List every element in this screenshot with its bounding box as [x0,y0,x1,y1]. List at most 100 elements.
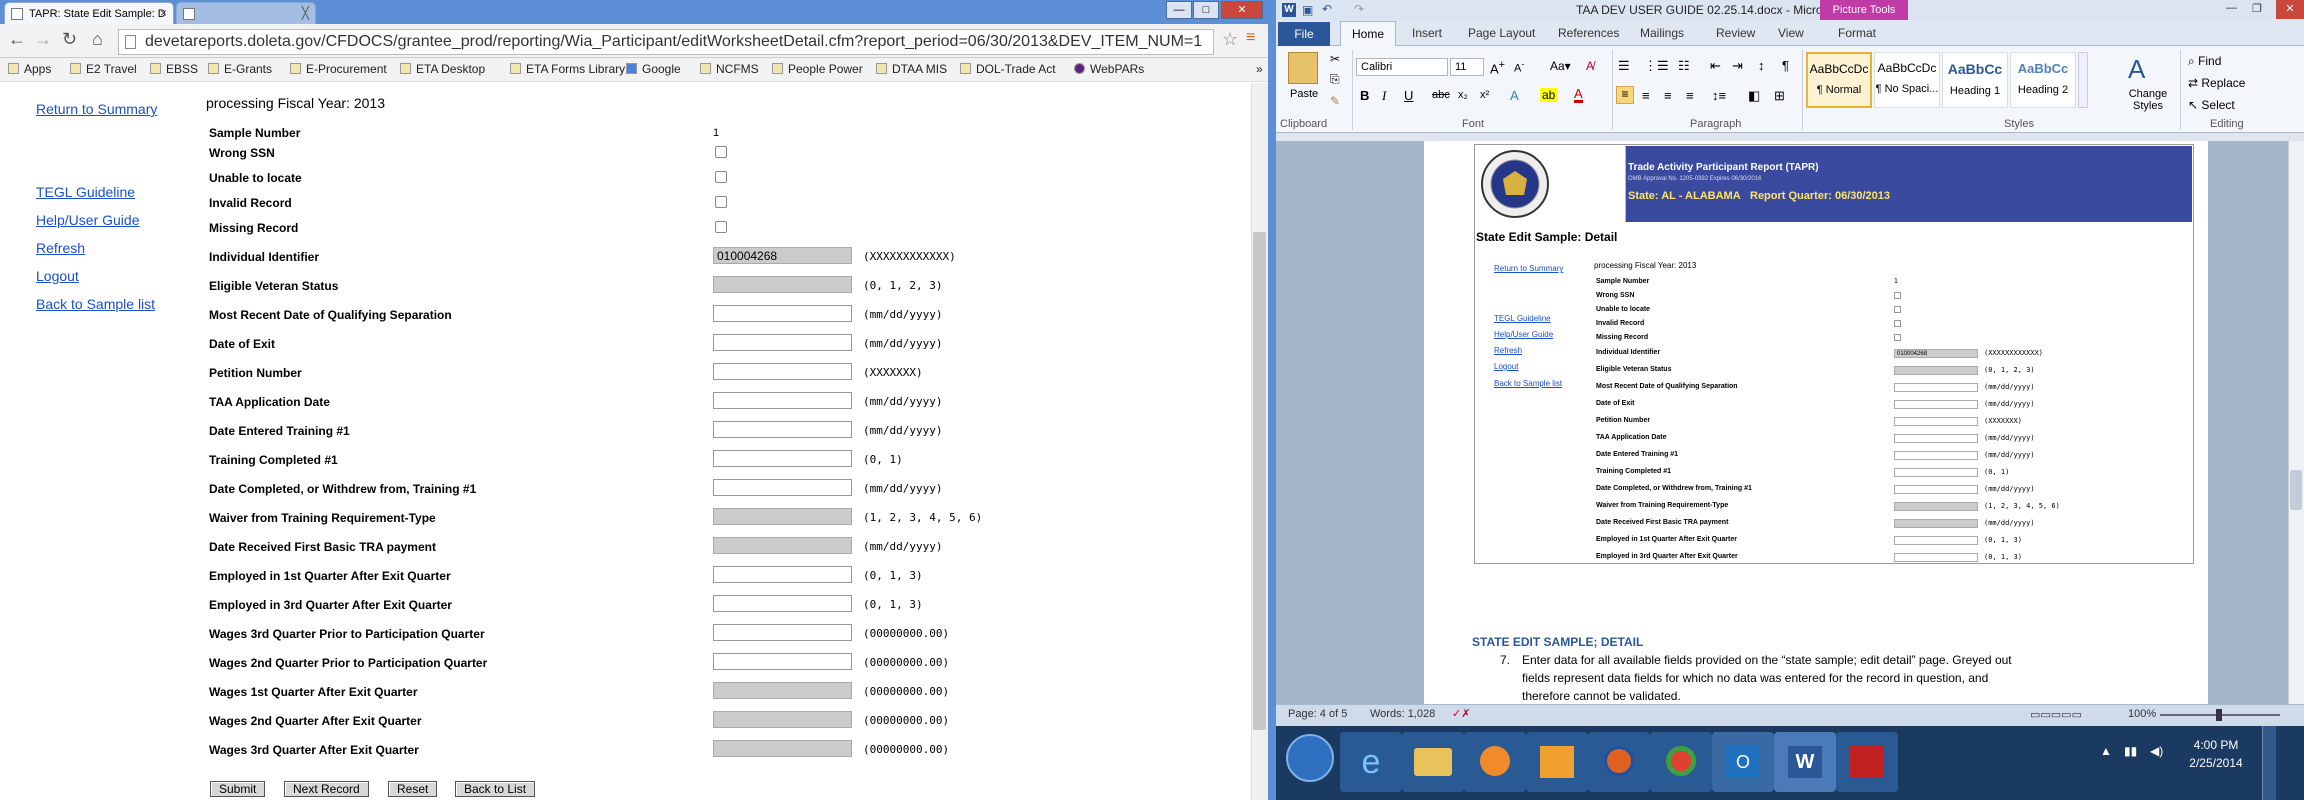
field-input[interactable] [713,566,852,583]
bookmark-ebss[interactable]: EBSS [150,62,198,76]
submit-button[interactable]: Submit [210,781,266,797]
clock-time[interactable]: 4:00 PM [2186,738,2246,752]
bookmark-webpars[interactable]: WebPARs [1074,62,1144,76]
file-explorer-icon[interactable] [1402,732,1464,792]
volume-icon[interactable]: ◀) [2150,744,2163,758]
select-button[interactable]: ↖ Select [2188,98,2235,112]
invalid-record-checkbox[interactable] [715,196,727,208]
nav-refresh[interactable]: Refresh [36,240,85,256]
firefox-icon[interactable] [1588,732,1650,792]
field-input[interactable] [713,450,852,467]
nav-tegl-guideline[interactable]: TEGL Guideline [36,184,135,200]
media-player-icon[interactable] [1464,732,1526,792]
bookmark-ncfms[interactable]: NCFMS [700,62,759,76]
tab-view[interactable]: View [1778,26,1804,40]
nav-logout[interactable]: Logout [36,268,79,284]
field-input[interactable] [713,479,852,496]
justify-icon[interactable]: ≡ [1686,88,1694,103]
bookmark-e-procurement[interactable]: E-Procurement [290,62,387,76]
bookmark-e-grants[interactable]: E-Grants [208,62,272,76]
maximize-button[interactable]: □ [1193,1,1219,19]
paste-icon[interactable] [1288,52,1318,84]
tab-insert[interactable]: Insert [1412,26,1442,40]
minimize-button[interactable]: — [1166,1,1192,19]
bookmark-google[interactable]: Google [626,62,681,76]
multilevel-list-icon[interactable]: ☷ [1678,58,1690,74]
close-tab-icon[interactable]: × [160,6,167,20]
tab-file[interactable]: File [1278,22,1330,46]
bold-button[interactable]: B [1360,88,1369,103]
word-minimize-button[interactable]: — [2226,2,2237,14]
replace-button[interactable]: ⇄ Replace [2188,76,2245,90]
grow-font-icon[interactable]: A+ [1490,59,1505,76]
acrobat-icon[interactable] [1836,732,1898,792]
field-input[interactable] [713,537,852,554]
highlight-icon[interactable]: ab [1540,88,1558,102]
paste-button-label[interactable]: Paste [1290,88,1318,100]
font-color-icon[interactable]: A [1574,87,1583,103]
reset-button[interactable]: Reset [388,781,438,797]
numbering-icon[interactable]: ⋮☰ [1644,58,1669,74]
network-icon[interactable]: ▮▮ [2124,744,2137,758]
style-heading-1[interactable]: AaBbCc Heading 1 [1942,52,2008,108]
shading-icon[interactable]: ◧ [1748,88,1760,104]
document-scrollbar[interactable] [2288,141,2304,704]
field-input[interactable] [713,711,852,728]
cut-icon[interactable]: ✂ [1330,52,1340,66]
change-case-icon[interactable]: Aa▾ [1550,59,1571,73]
field-input[interactable] [713,334,852,351]
proofing-icon[interactable]: ✓✗ [1452,707,1470,720]
align-left-button[interactable]: ≡ [1616,86,1634,104]
decrease-indent-icon[interactable]: ⇤ [1710,58,1721,74]
tab-mailings[interactable]: Mailings [1640,26,1684,40]
subscript-button[interactable]: x₂ [1458,89,1468,101]
reload-icon[interactable]: ↻ [62,29,77,50]
tab-format[interactable]: Format [1838,26,1876,40]
bookmarks-overflow-icon[interactable]: » [1256,62,1263,76]
style-normal[interactable]: AaBbCcDc ¶ Normal [1806,52,1872,108]
tray-overflow-icon[interactable]: ▲ [2100,744,2112,758]
chrome-icon[interactable] [1650,732,1712,792]
line-spacing-icon[interactable]: ↕≡ [1712,88,1726,103]
bullets-icon[interactable]: ☰ [1618,58,1630,74]
strikethrough-button[interactable]: abc [1432,89,1450,101]
word-restore-button[interactable]: ❐ [2252,2,2262,15]
bookmark-eta-forms-library[interactable]: ETA Forms Library [510,62,625,76]
word-taskbar-icon[interactable]: W [1774,732,1836,792]
field-input[interactable] [713,305,852,322]
page-scrollbar-thumb[interactable] [1253,232,1266,730]
find-button[interactable]: ⌕ Find [2188,54,2221,69]
clock-date[interactable]: 2/25/2014 [2180,756,2252,770]
internet-explorer-icon[interactable]: e [1340,732,1402,792]
address-bar[interactable]: devetareports.doleta.gov/CFDOCS/grantee_… [118,29,1214,55]
status-page-count[interactable]: Page: 4 of 5 [1288,708,1347,720]
home-icon[interactable]: ⌂ [92,29,103,50]
nav-return-to-summary[interactable]: Return to Summary [36,101,157,117]
zoom-level[interactable]: 100% [2128,708,2156,720]
tab-references[interactable]: References [1558,26,1619,40]
view-buttons-icon[interactable]: ▭▭▭▭▭ [2030,708,2082,721]
font-name-box[interactable]: Calibri [1356,58,1448,76]
next-record-button[interactable]: Next Record [284,781,369,797]
sort-icon[interactable]: ↕ [1758,58,1765,73]
back-arrow-icon[interactable]: ← [8,29,26,50]
bookmark-star-icon[interactable]: ☆ [1222,29,1238,50]
status-word-count[interactable]: Words: 1,028 [1370,708,1435,720]
chrome-menu-icon[interactable]: ≡ [1246,29,1255,47]
forward-arrow-icon[interactable]: → [34,29,52,50]
tab-tapr[interactable]: TAPR: State Edit Sample: D × [4,2,174,24]
field-input[interactable] [713,508,852,525]
close-window-button[interactable]: ✕ [1221,1,1263,19]
borders-icon[interactable]: ⊞ [1774,88,1785,104]
word-app-icon[interactable]: W [1282,3,1296,17]
nav-back-to-sample-list[interactable]: Back to Sample list [36,296,155,312]
clear-formatting-icon[interactable]: A̸ [1586,59,1594,73]
change-styles-button[interactable]: Change Styles [2120,88,2176,112]
superscript-button[interactable]: x² [1480,89,1489,101]
shrink-font-icon[interactable]: A- [1514,59,1524,75]
increase-indent-icon[interactable]: ⇥ [1732,58,1743,74]
field-input[interactable]: 010004268 [713,247,852,264]
field-input[interactable] [713,682,852,699]
tab-review[interactable]: Review [1716,26,1755,40]
field-input[interactable] [713,276,852,293]
